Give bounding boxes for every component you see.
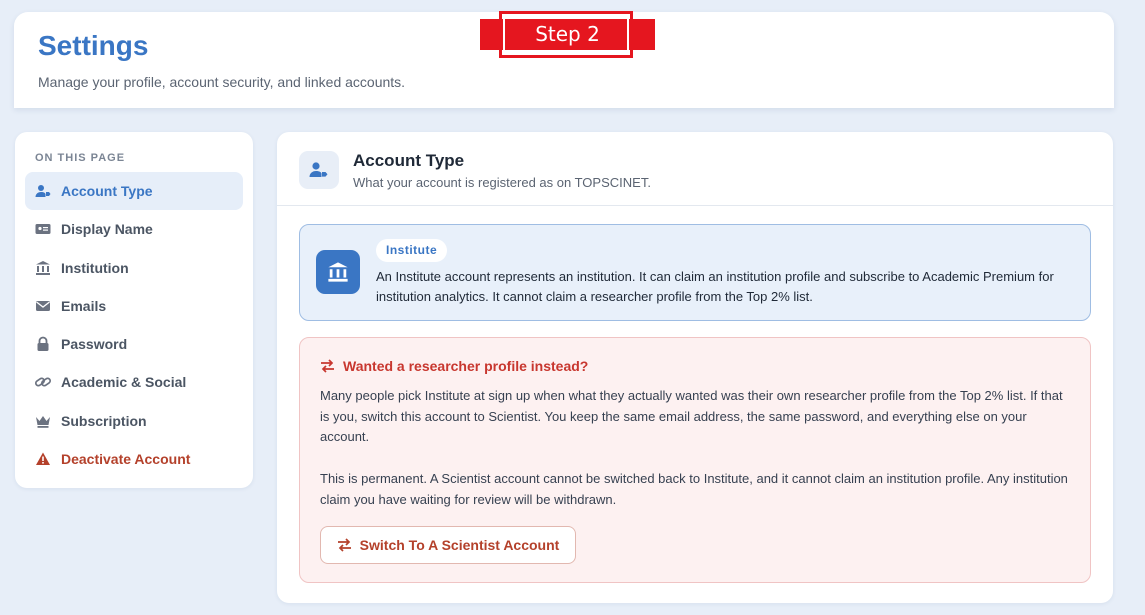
building-columns-icon xyxy=(316,250,360,294)
page-subtitle: Manage your profile, account security, a… xyxy=(38,74,406,90)
settings-sidebar: ON THIS PAGE Account Type Display Name I… xyxy=(15,132,253,488)
account-type-description: An Institute account represents an insti… xyxy=(376,269,1054,304)
account-type-badge: Institute xyxy=(376,239,448,262)
switch-account-warning-card: Wanted a researcher profile instead? Man… xyxy=(299,337,1091,583)
sidebar-item-display-name[interactable]: Display Name xyxy=(25,210,243,248)
sidebar-item-label: Account Type xyxy=(61,183,153,199)
link-icon xyxy=(35,374,51,390)
panel-title: Account Type xyxy=(353,151,465,170)
id-card-icon xyxy=(35,221,51,237)
sidebar-item-emails[interactable]: Emails xyxy=(25,287,243,325)
account-type-info-card: Institute An Institute account represent… xyxy=(299,224,1091,321)
lock-icon xyxy=(35,336,51,352)
sidebar-item-academic-social[interactable]: Academic & Social xyxy=(25,363,243,401)
swap-arrows-icon xyxy=(337,538,352,552)
account-type-panel: Account Type What your account is regist… xyxy=(277,132,1113,603)
sidebar-item-label: Display Name xyxy=(61,221,153,237)
sidebar-item-account-type[interactable]: Account Type xyxy=(25,172,243,210)
sidebar-item-label: Emails xyxy=(61,298,107,314)
page-title: Settings xyxy=(38,30,149,61)
warning-title-text: Wanted a researcher profile instead? xyxy=(343,358,589,374)
warning-icon xyxy=(35,451,51,467)
warning-paragraph-2: This is permanent. A Scientist account c… xyxy=(320,471,1068,507)
sidebar-item-label: Subscription xyxy=(61,413,147,429)
envelope-icon xyxy=(35,298,51,314)
warning-paragraph-1: Many people pick Institute at sign up wh… xyxy=(320,388,1063,444)
user-tag-icon xyxy=(35,183,51,199)
swap-arrows-icon xyxy=(320,359,335,373)
sidebar-item-institution[interactable]: Institution xyxy=(25,249,243,287)
user-tag-icon xyxy=(299,151,339,189)
sidebar-item-label: Deactivate Account xyxy=(61,451,191,467)
sidebar-item-label: Academic & Social xyxy=(61,374,187,390)
switch-to-scientist-button[interactable]: Switch To A Scientist Account xyxy=(320,526,576,564)
step-annotation-label: Step 2 xyxy=(535,22,600,46)
crown-icon xyxy=(35,413,51,429)
sidebar-item-label: Password xyxy=(61,336,128,352)
sidebar-item-password[interactable]: Password xyxy=(25,325,243,363)
switch-button-label: Switch To A Scientist Account xyxy=(359,537,560,553)
sidebar-item-label: Institution xyxy=(61,260,129,276)
panel-header: Account Type What your account is regist… xyxy=(277,132,1113,206)
sidebar-item-subscription[interactable]: Subscription xyxy=(25,402,243,440)
sidebar-section-label: ON THIS PAGE xyxy=(35,152,126,164)
warning-title: Wanted a researcher profile instead? xyxy=(320,358,588,374)
building-columns-icon xyxy=(35,260,51,276)
panel-subtitle: What your account is registered as on TO… xyxy=(353,175,651,190)
sidebar-item-deactivate-account[interactable]: Deactivate Account xyxy=(25,440,243,478)
